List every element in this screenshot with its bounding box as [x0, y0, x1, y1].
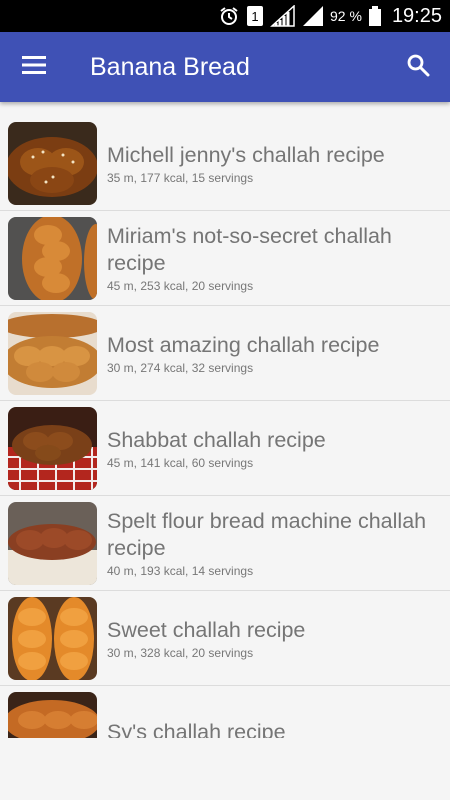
recipe-title: Miriam's not-so-secret challah recipe [107, 224, 392, 275]
recipe-thumbnail [8, 217, 97, 300]
recipe-title: Most amazing challah recipe [107, 332, 380, 357]
recipe-meta: 30 m, 274 kcal, 32 servings [107, 360, 254, 375]
recipe-thumbnail [8, 312, 97, 395]
recipe-thumbnail [8, 407, 97, 490]
bottom-spacer [0, 738, 450, 800]
recipe-title: Sweet challah recipe [107, 617, 306, 642]
recipe-meta: 35 m, 177 kcal, 15 servings [107, 170, 254, 185]
signal-icon [302, 5, 324, 27]
app-bar: Banana Bread [0, 32, 450, 102]
recipe-meta: 30 m, 328 kcal, 20 servings [107, 645, 254, 660]
list-item[interactable]: Most amazing challah recipe 30 m, 274 kc… [0, 306, 450, 401]
menu-button[interactable] [14, 48, 54, 86]
search-icon [406, 53, 430, 82]
battery-percent: 92 % [330, 8, 362, 24]
status-bar: 1 92 % 19:25 [0, 0, 450, 32]
search-button[interactable] [398, 48, 438, 86]
recipe-title: Sy's challah recipe [107, 719, 286, 739]
list-item[interactable]: Miriam's not-so-secret challah recipe 45… [0, 211, 450, 306]
clock: 19:25 [391, 4, 442, 27]
list-item[interactable]: Sweet challah recipe 30 m, 328 kcal, 20 … [0, 591, 450, 686]
recipe-thumbnail [8, 597, 97, 680]
recipe-meta: 45 m, 141 kcal, 60 servings [107, 455, 254, 470]
menu-icon [22, 55, 46, 80]
recipe-meta: 40 m, 193 kcal, 14 servings [107, 564, 254, 578]
recipe-title: Shabbat challah recipe [107, 427, 326, 452]
recipe-title: Spelt flour bread machine challah recipe [107, 509, 427, 560]
recipe-thumbnail [8, 502, 97, 585]
recipe-list[interactable]: Michell jenny's challah recipe 35 m, 177… [0, 116, 450, 738]
recipe-title: Michell jenny's challah recipe [107, 142, 385, 167]
list-item[interactable]: Sy's challah recipe [0, 686, 450, 738]
recipe-thumbnail [8, 122, 97, 205]
list-item[interactable]: Spelt flour bread machine challah recipe… [0, 496, 450, 591]
signal-icon [270, 5, 296, 27]
recipe-thumbnail [8, 692, 97, 738]
alarm-icon [218, 5, 240, 27]
list-item[interactable]: Michell jenny's challah recipe 35 m, 177… [0, 116, 450, 211]
sim-icon: 1 [246, 5, 264, 27]
sim-label: 1 [251, 9, 258, 24]
recipe-meta: 45 m, 253 kcal, 20 servings [107, 279, 254, 293]
battery-icon [368, 5, 382, 27]
page-title: Banana Bread [90, 53, 250, 81]
list-item[interactable]: Shabbat challah recipe 45 m, 141 kcal, 6… [0, 401, 450, 496]
